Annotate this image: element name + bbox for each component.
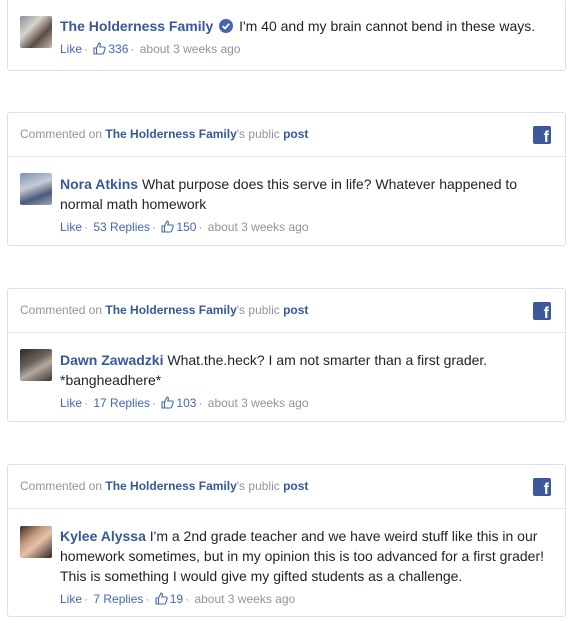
header-text: Commented on The Holderness Family's pub…: [20, 303, 309, 317]
timestamp[interactable]: about 3 weeks ago: [208, 396, 309, 410]
avatar[interactable]: [20, 173, 52, 205]
like-link[interactable]: Like: [60, 220, 82, 234]
comment-body: The Holderness Family I'm 40 and my brai…: [60, 16, 553, 38]
card-header: Commented on The Holderness Family's pub…: [8, 465, 565, 509]
like-count: 150: [161, 220, 196, 234]
replies-link[interactable]: 7 Replies: [93, 592, 143, 606]
comment-card: Commented on The Holderness Family's pub…: [7, 112, 566, 246]
top-comment-card: The Holderness Family I'm 40 and my brai…: [7, 0, 566, 71]
timestamp[interactable]: about 3 weeks ago: [194, 592, 295, 606]
post-link[interactable]: post: [283, 303, 308, 317]
thumbs-up-icon: [161, 220, 175, 236]
comment-meta: Like · 17 Replies · 103 · about 3 weeks ago: [60, 396, 309, 410]
comment-meta: Like · 53 Replies · 150 · about 3 weeks ago: [60, 220, 309, 234]
thumbs-up-icon: [161, 396, 175, 412]
comment-meta: Like · 7 Replies · 19 · about 3 weeks ago: [60, 592, 296, 606]
card-header: Commented on The Holderness Family's pub…: [8, 289, 565, 333]
facebook-icon[interactable]: f: [533, 126, 551, 144]
like-count: 103: [161, 396, 196, 410]
avatar[interactable]: [20, 16, 52, 48]
header-text: Commented on The Holderness Family's pub…: [20, 479, 309, 493]
post-link[interactable]: post: [283, 127, 308, 141]
page-link[interactable]: The Holderness Family: [105, 127, 236, 141]
page-link[interactable]: The Holderness Family: [105, 479, 236, 493]
comment-text: I'm 40 and my brain cannot bend in these…: [239, 18, 536, 34]
comment-card: Commented on The Holderness Family's pub…: [7, 288, 566, 422]
timestamp[interactable]: about 3 weeks ago: [208, 220, 309, 234]
comment-meta: Like · 336 · about 3 weeks ago: [60, 42, 241, 56]
like-link[interactable]: Like: [60, 42, 82, 56]
like-count: 336: [93, 42, 128, 56]
like-count: 19: [155, 592, 183, 606]
avatar[interactable]: [20, 526, 52, 558]
commenter-name[interactable]: Dawn Zawadzki: [60, 352, 163, 368]
commenter-name[interactable]: Nora Atkins: [60, 176, 138, 192]
card-header: Commented on The Holderness Family's pub…: [8, 113, 565, 157]
comment-card: Commented on The Holderness Family's pub…: [7, 464, 566, 617]
like-link[interactable]: Like: [60, 592, 82, 606]
comment-body: Kylee Alyssa I'm a 2nd grade teacher and…: [60, 526, 553, 586]
header-text: Commented on The Holderness Family's pub…: [20, 127, 309, 141]
post-link[interactable]: post: [283, 479, 308, 493]
like-link[interactable]: Like: [60, 396, 82, 410]
commenter-name[interactable]: Kylee Alyssa: [60, 528, 146, 544]
commenter-name[interactable]: The Holderness Family: [60, 18, 213, 34]
facebook-icon[interactable]: f: [533, 478, 551, 496]
comment-body: Nora Atkins What purpose does this serve…: [60, 174, 553, 214]
facebook-icon[interactable]: f: [533, 302, 551, 320]
avatar[interactable]: [20, 349, 52, 381]
page-link[interactable]: The Holderness Family: [105, 303, 236, 317]
thumbs-up-icon: [155, 592, 168, 608]
replies-link[interactable]: 53 Replies: [93, 220, 150, 234]
verified-badge-icon: [219, 18, 234, 38]
timestamp[interactable]: about 3 weeks ago: [140, 42, 241, 56]
replies-link[interactable]: 17 Replies: [93, 396, 150, 410]
thumbs-up-icon: [93, 42, 107, 58]
comment-body: Dawn Zawadzki What.the.heck? I am not sm…: [60, 350, 553, 390]
